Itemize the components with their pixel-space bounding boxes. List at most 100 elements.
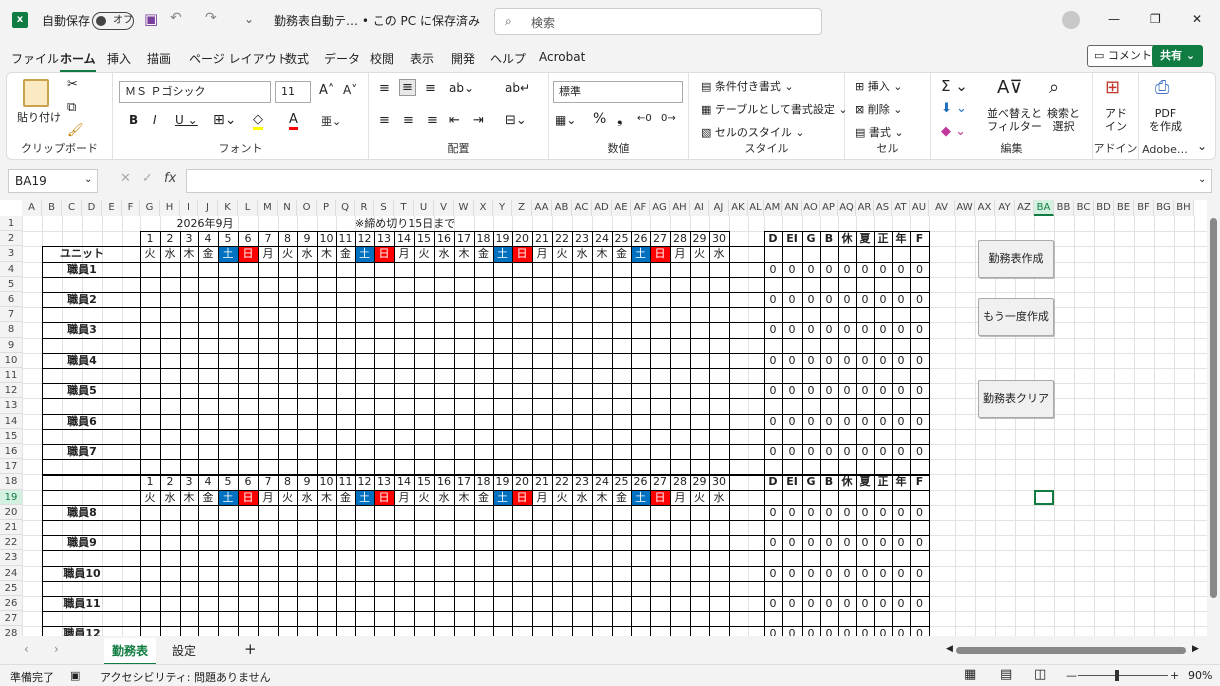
weekday-cell[interactable]: 月 xyxy=(670,246,690,261)
day-number-cell[interactable]: 3 xyxy=(180,231,198,246)
day-number-cell[interactable]: 9 xyxy=(297,474,317,489)
sheet-tab-settings[interactable]: 設定 xyxy=(164,638,204,663)
row-header[interactable]: 17 xyxy=(0,459,22,475)
column-header[interactable]: AW xyxy=(955,200,975,216)
day-number-cell[interactable]: 21 xyxy=(532,231,552,246)
summary-count-cell[interactable]: 0 xyxy=(856,505,874,520)
summary-count-cell[interactable]: 0 xyxy=(820,292,838,307)
weekday-cell[interactable]: 金 xyxy=(198,490,218,505)
summary-count-cell[interactable]: 0 xyxy=(874,596,892,611)
undo-icon[interactable]: ↶ xyxy=(170,10,182,26)
weekday-cell[interactable]: 日 xyxy=(374,489,394,505)
column-header[interactable]: AZ xyxy=(1015,200,1034,216)
row-header[interactable]: 26 xyxy=(0,596,22,612)
decrease-indent-icon[interactable]: ⇤ xyxy=(449,113,460,128)
tab-home[interactable]: ホーム xyxy=(60,50,96,72)
day-number-cell[interactable]: 7 xyxy=(258,231,278,246)
summary-count-cell[interactable]: 0 xyxy=(910,535,929,550)
weekday-cell[interactable]: 水 xyxy=(160,490,180,505)
tab-draw[interactable]: 描画 xyxy=(147,50,171,67)
summary-count-cell[interactable]: 0 xyxy=(764,596,782,611)
staff-name-cell[interactable]: 職員10 xyxy=(42,566,122,581)
summary-count-cell[interactable]: 0 xyxy=(874,322,892,337)
summary-count-cell[interactable]: 0 xyxy=(838,383,856,398)
row-header[interactable]: 25 xyxy=(0,580,22,596)
summary-count-cell[interactable]: 0 xyxy=(910,322,929,337)
comments-button[interactable]: ▭ コメント xyxy=(1087,45,1159,67)
paste-icon[interactable] xyxy=(23,79,49,107)
day-number-cell[interactable]: 22 xyxy=(552,231,572,246)
column-header[interactable]: AD xyxy=(592,200,612,216)
weekday-cell[interactable]: 火 xyxy=(690,490,709,505)
create-pdf-label[interactable]: PDF を作成 xyxy=(1149,107,1182,133)
summary-header-cell[interactable]: D xyxy=(764,474,782,489)
day-number-cell[interactable]: 16 xyxy=(434,231,454,246)
autosave-toggle[interactable]: オフ xyxy=(92,12,134,30)
day-number-cell[interactable]: 11 xyxy=(336,231,355,246)
day-number-cell[interactable]: 13 xyxy=(374,231,394,246)
day-number-cell[interactable]: 29 xyxy=(690,231,709,246)
day-number-cell[interactable]: 14 xyxy=(394,231,414,246)
restore-button[interactable]: ❐ xyxy=(1150,12,1161,26)
day-number-cell[interactable]: 5 xyxy=(218,231,238,246)
summary-count-cell[interactable]: 0 xyxy=(782,505,802,520)
zoom-in-icon[interactable]: + xyxy=(1170,669,1179,682)
day-number-cell[interactable]: 8 xyxy=(278,231,297,246)
summary-count-cell[interactable]: 0 xyxy=(764,322,782,337)
column-header[interactable]: AR xyxy=(856,200,874,216)
column-header[interactable]: AA xyxy=(532,200,552,216)
summary-count-cell[interactable]: 0 xyxy=(910,353,929,368)
summary-header-cell[interactable]: EI xyxy=(782,474,802,489)
day-number-cell[interactable]: 12 xyxy=(355,474,374,489)
zoom-slider-handle[interactable] xyxy=(1115,670,1119,681)
row-header[interactable]: 13 xyxy=(0,398,22,414)
sort-filter-label[interactable]: 並べ替えと フィルター xyxy=(987,107,1042,133)
conditional-formatting-button[interactable]: ▤ 条件付き書式 ⌄ xyxy=(701,78,794,94)
row-header[interactable]: 16 xyxy=(0,444,22,460)
column-header[interactable]: AT xyxy=(892,200,910,216)
summary-count-cell[interactable]: 0 xyxy=(838,596,856,611)
day-number-cell[interactable]: 14 xyxy=(394,474,414,489)
day-number-cell[interactable]: 3 xyxy=(180,474,198,489)
summary-count-cell[interactable]: 0 xyxy=(820,322,838,337)
day-number-cell[interactable]: 11 xyxy=(336,474,355,489)
column-header[interactable]: U xyxy=(414,200,434,216)
weekday-cell[interactable]: 月 xyxy=(532,246,552,261)
summary-count-cell[interactable]: 0 xyxy=(874,383,892,398)
summary-count-cell[interactable]: 0 xyxy=(782,566,802,581)
row-header[interactable]: 19 xyxy=(0,489,22,505)
weekday-cell[interactable]: 日 xyxy=(650,489,670,505)
summary-count-cell[interactable]: 0 xyxy=(874,626,892,636)
weekday-cell[interactable]: 月 xyxy=(670,490,690,505)
summary-count-cell[interactable]: 0 xyxy=(820,626,838,636)
vertical-scrollbar[interactable] xyxy=(1207,200,1220,636)
autosum-icon[interactable]: Σ ⌄ xyxy=(941,77,968,95)
summary-count-cell[interactable]: 0 xyxy=(892,414,910,429)
align-center-icon[interactable]: ≡ xyxy=(403,113,414,128)
weekday-cell[interactable]: 水 xyxy=(297,490,317,505)
weekday-cell[interactable]: 金 xyxy=(474,490,493,505)
day-number-cell[interactable]: 26 xyxy=(631,474,650,489)
weekday-cell[interactable]: 月 xyxy=(532,490,552,505)
summary-header-cell[interactable]: F xyxy=(910,474,929,489)
column-header[interactable]: AI xyxy=(690,200,709,216)
summary-header-cell[interactable]: 夏 xyxy=(856,474,874,489)
weekday-cell[interactable]: 日 xyxy=(512,489,532,505)
column-header[interactable]: AY xyxy=(995,200,1015,216)
summary-header-cell[interactable]: 正 xyxy=(874,231,892,246)
row-header[interactable]: 8 xyxy=(0,322,22,338)
column-header[interactable]: Y xyxy=(493,200,512,216)
summary-header-cell[interactable]: B xyxy=(820,474,838,489)
column-header[interactable]: A xyxy=(22,200,42,216)
summary-count-cell[interactable]: 0 xyxy=(820,262,838,277)
column-header[interactable]: AE xyxy=(612,200,631,216)
decrease-decimal-icon[interactable]: 0→ xyxy=(661,113,676,124)
summary-count-cell[interactable]: 0 xyxy=(892,535,910,550)
summary-count-cell[interactable]: 0 xyxy=(856,292,874,307)
selected-cell[interactable] xyxy=(1034,489,1054,505)
summary-header-cell[interactable]: F xyxy=(910,231,929,246)
expand-formula-bar-icon[interactable]: ⌄ xyxy=(1198,174,1206,185)
tab-data[interactable]: データ xyxy=(324,50,360,67)
summary-count-cell[interactable]: 0 xyxy=(782,414,802,429)
weekday-cell[interactable]: 日 xyxy=(650,246,670,262)
